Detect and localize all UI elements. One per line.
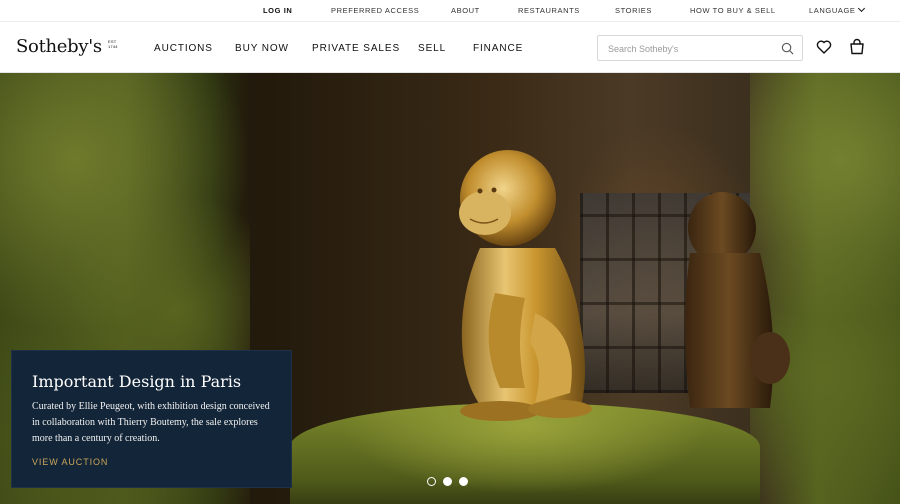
sothebys-logo[interactable]: Sotheby's: [16, 36, 102, 57]
restaurants-link[interactable]: RESTAURANTS: [518, 6, 580, 15]
search-input[interactable]: [608, 41, 773, 56]
search-icon[interactable]: [781, 42, 794, 55]
hero-description: Curated by Ellie Peugeot, with exhibitio…: [32, 401, 270, 444]
chevron-down-icon: [858, 4, 866, 13]
carousel-dot-2[interactable]: [443, 477, 452, 486]
nav-auctions[interactable]: AUCTIONS: [154, 43, 213, 54]
monkey-statue: [459, 150, 592, 421]
main-header: Sotheby's EST 1744 AUCTIONS BUY NOW PRIV…: [0, 22, 900, 73]
nav-finance[interactable]: FINANCE: [473, 43, 523, 54]
carousel-dot-3[interactable]: [459, 477, 468, 486]
login-link[interactable]: LOG IN: [263, 6, 292, 15]
heart-icon[interactable]: [816, 39, 832, 55]
about-link[interactable]: ABOUT: [451, 6, 480, 15]
language-selector[interactable]: LANGUAGE: [809, 4, 866, 15]
carousel-dots: [427, 477, 473, 487]
logo-est-mark: EST 1744: [108, 39, 118, 49]
hero-banner[interactable]: Important Design in Paris Curated by Ell…: [0, 73, 900, 504]
nav-private-sales[interactable]: PRIVATE SALES: [312, 43, 400, 54]
nav-sell[interactable]: SELL: [418, 43, 446, 54]
how-to-buy-sell-link[interactable]: HOW TO BUY & SELL: [690, 6, 776, 15]
preferred-access-link[interactable]: PREFERRED ACCESS: [331, 6, 419, 15]
view-auction-link[interactable]: VIEW AUCTION: [32, 457, 108, 467]
utility-bar: LOG IN PREFERRED ACCESS ABOUT RESTAURANT…: [0, 0, 900, 22]
shopping-bag-icon[interactable]: [849, 38, 865, 55]
carousel-dot-1[interactable]: [427, 477, 436, 486]
language-label: LANGUAGE: [809, 6, 856, 15]
stories-link[interactable]: STORIES: [615, 6, 652, 15]
search-box: [597, 35, 803, 61]
statue-reflection: [685, 192, 790, 408]
nav-buy-now[interactable]: BUY NOW: [235, 43, 289, 54]
hero-info-card: Important Design in Paris Curated by Ell…: [11, 350, 292, 488]
hero-title[interactable]: Important Design in Paris: [32, 372, 241, 391]
